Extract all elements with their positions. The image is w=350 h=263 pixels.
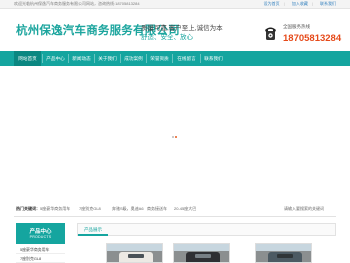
sidebar-title: 产品中心 PRODUCTS [16,223,65,244]
product-thumbnail[interactable] [255,243,312,263]
divider [14,216,336,217]
sidebar-subtitle: PRODUCTS [29,235,52,239]
top-link-add-favorite[interactable]: 加入收藏 [292,1,308,6]
telephone-icon [265,27,276,40]
product-thumbnail[interactable] [106,243,163,263]
title-underline [78,234,108,236]
search-hint[interactable]: 请输入要搜索的关键词 [284,206,324,212]
products-section-header: 产品展示 [77,223,336,236]
slogan-line2: 舒适、安全、放心 [141,34,193,41]
nav-item-honors[interactable]: 荣誉资质 [147,51,172,66]
header: 杭州保逸汽车商务服务有限公司 质量可靠,客户至上,诚信为本 舒适、安全、放心 全… [0,9,350,51]
slider-dot-1[interactable] [172,136,174,138]
welcome-text: 欢迎光临杭州保逸汽车商务服务有限公司网站，咨询热线:18705813284 [14,1,140,6]
hotline-number: 18705813284 [283,33,342,44]
product-thumbnail[interactable] [173,243,230,263]
keyword-link[interactable]: 5座豪华商务用车 [40,206,70,212]
banner-slider [0,66,350,198]
nav-item-about[interactable]: 关于我们 [95,51,120,66]
car-image [186,252,220,262]
top-bar: 欢迎光临杭州保逸汽车商务服务有限公司网站，咨询热线:18705813284 设为… [0,0,350,9]
nav-item-products[interactable]: 产品中心 [43,51,68,66]
top-links: 设为首页 | 加入收藏 | 联系我们 [263,1,336,6]
nav-item-cases[interactable]: 成功案例 [121,51,146,66]
slider-dot-2[interactable] [175,136,177,138]
products-title: 产品展示 [84,227,102,232]
main-nav: 网站首页 产品中心 新闻动态 关于我们 成功案例 荣誉资质 在线留言 联系我们 [0,51,350,66]
nav-item-contact[interactable]: 联系我们 [201,51,226,66]
sidebar-title-text: 产品中心 [29,229,52,235]
keyword-link[interactable]: 20-45座大巴 [174,206,196,212]
nav-item-news[interactable]: 新闻动态 [69,51,94,66]
slider-dots [172,136,178,139]
top-link-set-home[interactable]: 设为首页 [264,1,280,6]
car-image [119,252,153,262]
hotline-label: 全国服务热线 [283,24,310,29]
top-link-contact[interactable]: 联系我们 [320,1,336,6]
sidebar-item-gl8[interactable]: 7座别克GL8 [16,254,65,263]
nav-item-home[interactable]: 网站首页 [14,51,41,66]
keyword-link[interactable]: 奔驰S级，奥迪A6 [112,206,144,212]
nav-item-message[interactable]: 在线留言 [173,51,200,66]
keyword-link[interactable]: 7座别克GL8 [79,206,101,212]
keywords-label: 热门关键词： [16,206,40,211]
keyword-link[interactable]: 商务接送车 [147,206,167,212]
hot-keywords: 热门关键词： 5座豪华商务用车 7座别克GL8 奔驰S级，奥迪A6 商务接送车 … [16,205,334,215]
car-image [268,252,302,262]
sidebar-item-5-seat[interactable]: 5座豪华商务用车 [16,245,65,254]
